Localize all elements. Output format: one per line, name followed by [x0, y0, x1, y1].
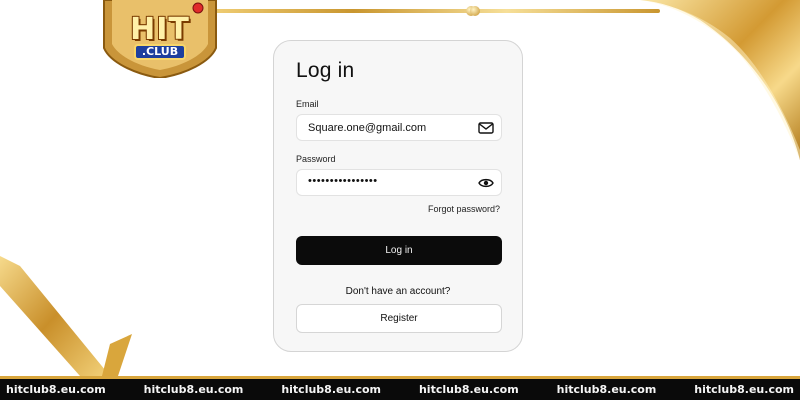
- watermark-text: hitclub8.eu.com: [281, 383, 382, 396]
- email-label: Email: [296, 99, 319, 109]
- password-value: ••••••••••••••••: [308, 175, 378, 187]
- page-curl-decoration: [640, 0, 800, 160]
- watermark-bar: hitclub8.eu.com hitclub8.eu.com hitclub8…: [0, 376, 800, 400]
- eye-icon[interactable]: [478, 176, 494, 190]
- watermark-text: hitclub8.eu.com: [418, 383, 519, 396]
- gold-dot-decoration: [470, 6, 480, 16]
- login-button[interactable]: Log in: [296, 236, 502, 265]
- gold-ribbon-decoration: [0, 256, 132, 376]
- password-field[interactable]: ••••••••••••••••: [296, 169, 502, 196]
- forgot-password-link[interactable]: Forgot password?: [428, 204, 500, 214]
- page-title: Log in: [296, 59, 355, 82]
- watermark-text: hitclub8.eu.com: [694, 383, 794, 396]
- hitclub-logo: HIT .CLUB: [100, 0, 220, 78]
- login-card: Log in Email Square.one@gmail.com Passwo…: [273, 40, 523, 352]
- watermark-text: hitclub8.eu.com: [143, 383, 244, 396]
- logo-text: HIT: [130, 12, 190, 47]
- watermark-text: hitclub8.eu.com: [556, 383, 657, 396]
- email-field[interactable]: Square.one@gmail.com: [296, 114, 502, 141]
- email-value: Square.one@gmail.com: [308, 122, 427, 134]
- no-account-text: Don't have an account?: [345, 286, 451, 297]
- register-button[interactable]: Register: [296, 304, 502, 333]
- watermark-text: hitclub8.eu.com: [6, 383, 106, 396]
- logo-subtext: .CLUB: [134, 44, 186, 60]
- password-label: Password: [296, 154, 336, 164]
- mail-icon: [478, 122, 494, 134]
- top-gold-rule: [200, 9, 660, 13]
